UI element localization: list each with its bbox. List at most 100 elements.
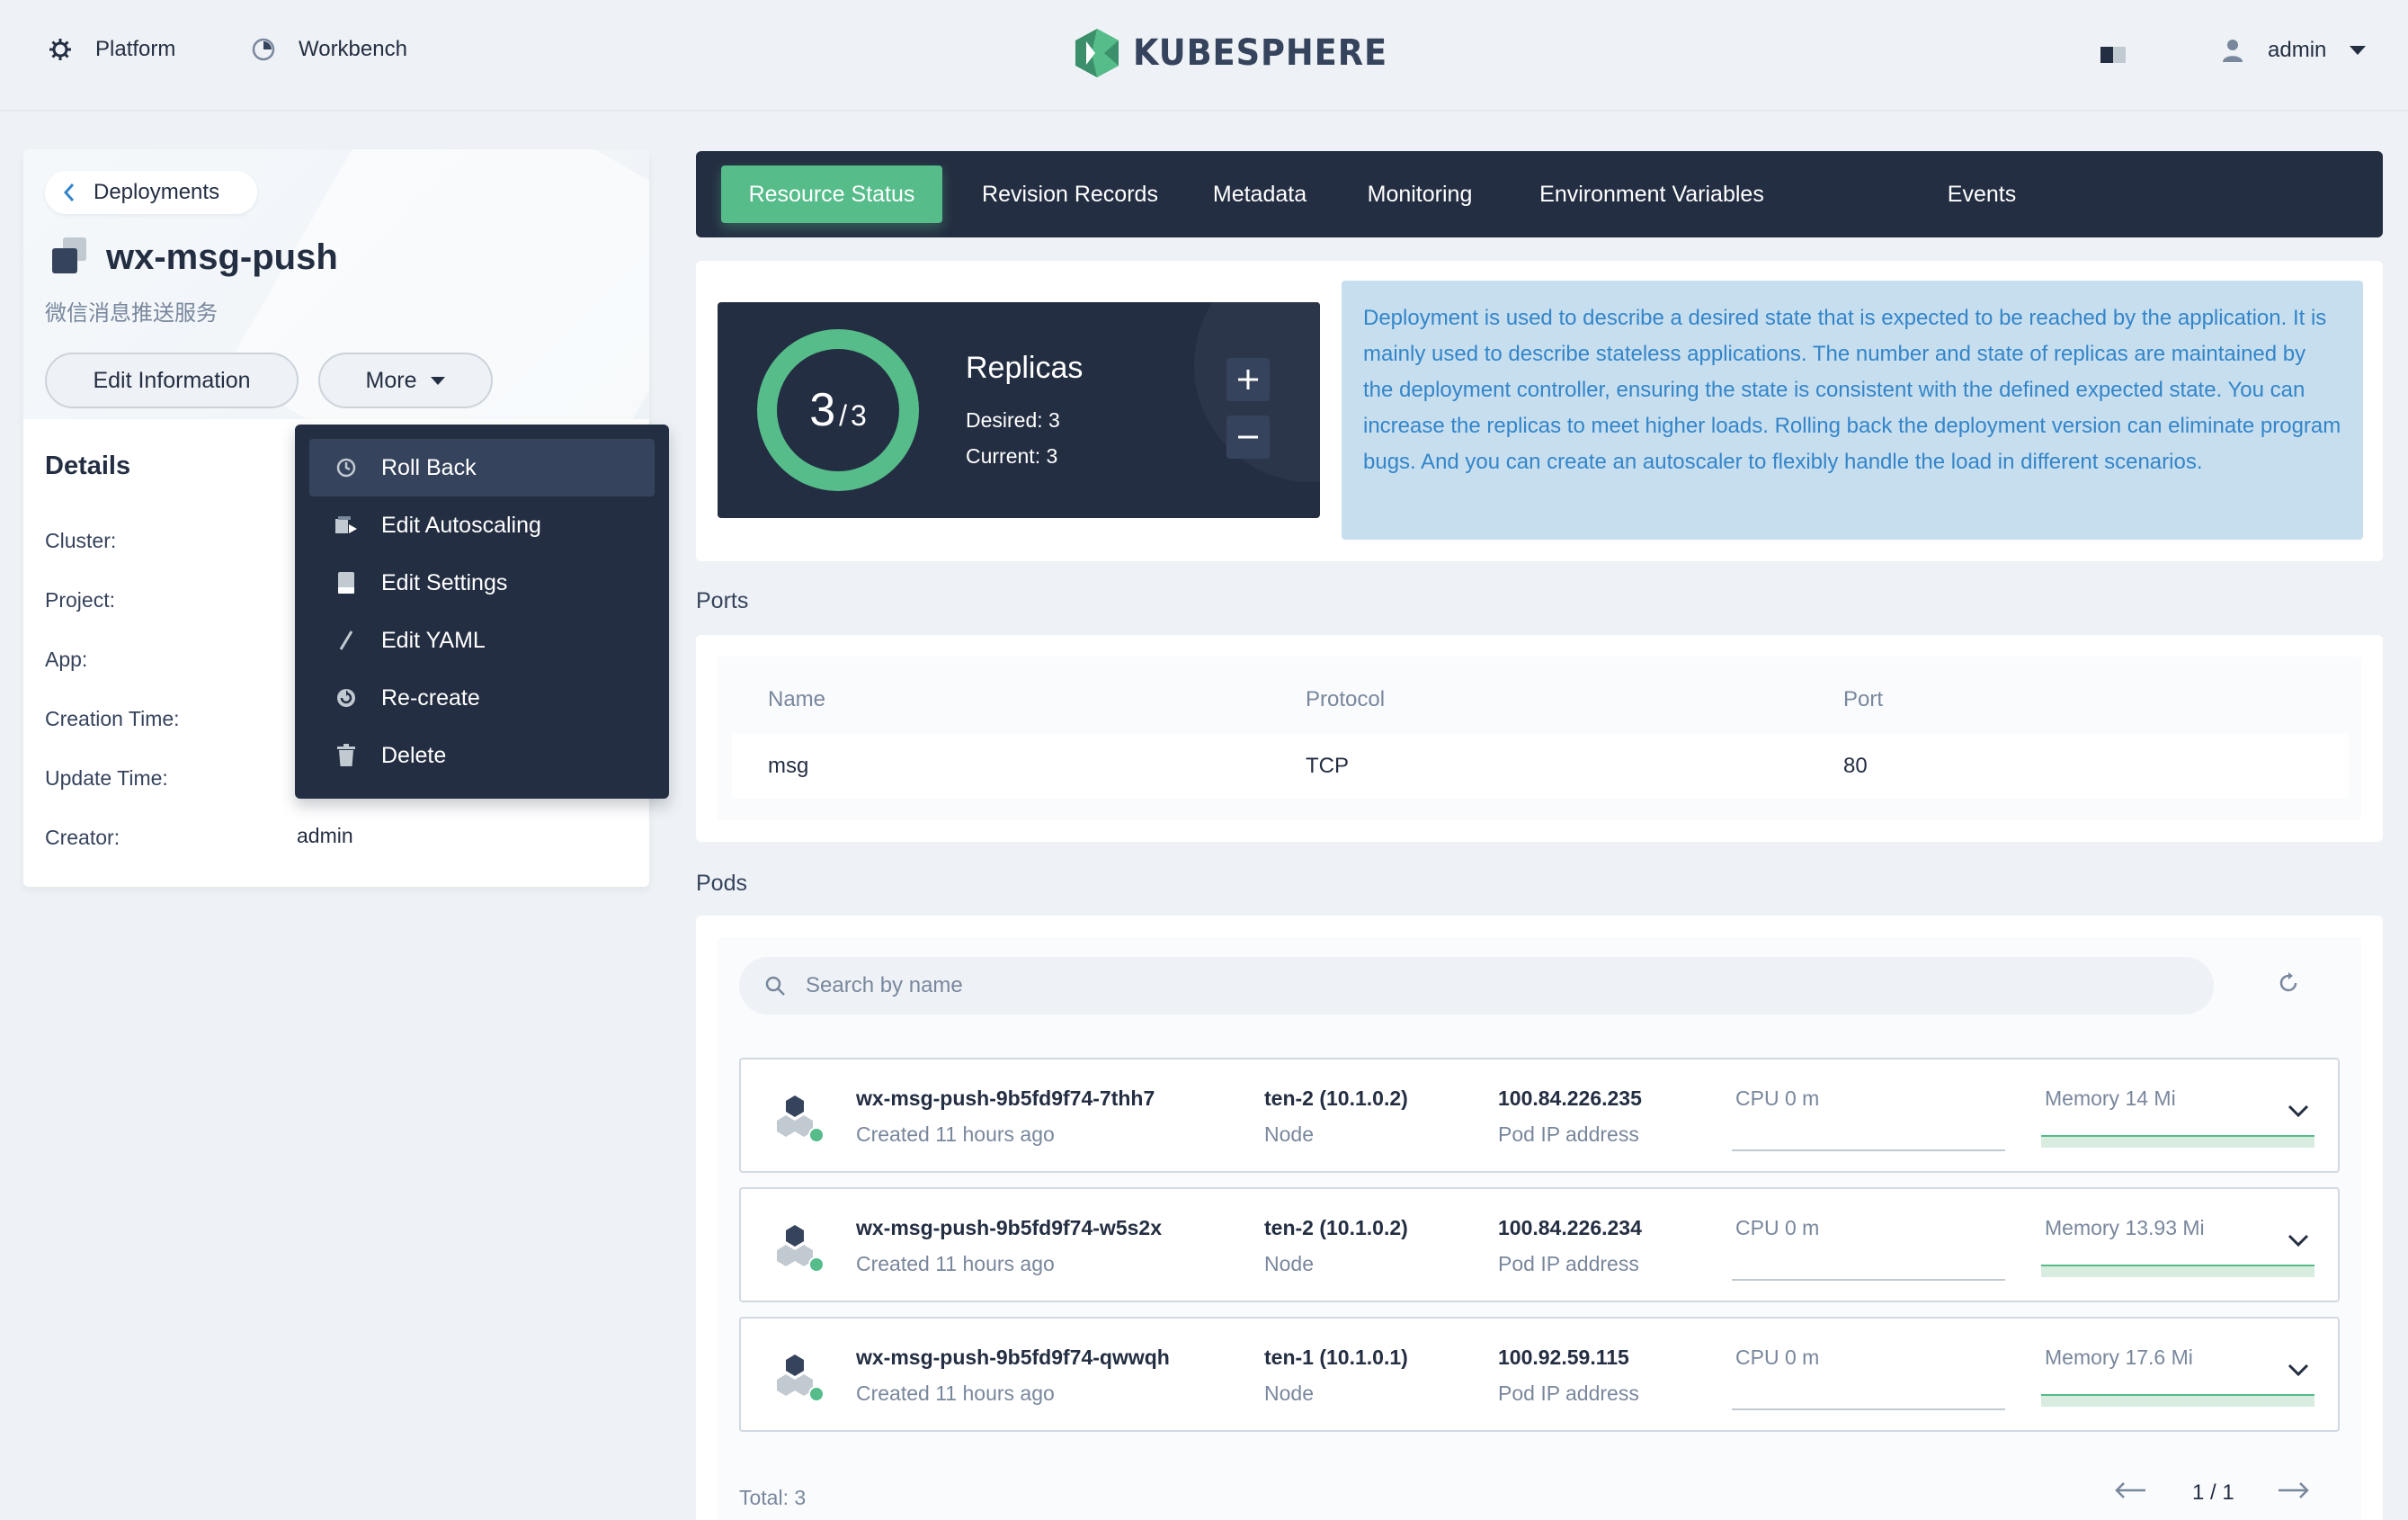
- pod-node: ten-2 (10.1.0.2): [1264, 1216, 1408, 1239]
- pods-section-title: Pods: [696, 871, 747, 896]
- replicas-title: Replicas: [966, 351, 1084, 385]
- top-navbar: Platform Workbench KUBESPHERE admin: [0, 0, 2408, 112]
- chevron-down-icon[interactable]: [2288, 1234, 2309, 1251]
- menu-item-edit-yaml[interactable]: Edit YAML: [309, 612, 655, 669]
- replica-box: 3 / 3 Replicas Desired: 3 Current: 3: [718, 302, 1320, 518]
- pod-ip-label: Pod IP address: [1498, 1122, 1639, 1146]
- menu-label: Delete: [381, 742, 447, 768]
- ports-header-name: Name: [768, 687, 826, 711]
- pod-memory: Memory 17.6 Mi: [2045, 1346, 2193, 1369]
- pod-list-item[interactable]: wx-msg-push-9b5fd9f74-7thh7 Created 11 h…: [739, 1058, 2340, 1173]
- port-name: msg: [768, 754, 809, 778]
- detail-label-creator: Creator:: [45, 826, 120, 849]
- pod-icon: [773, 1094, 831, 1149]
- pod-ip: 100.84.226.234: [1498, 1216, 1642, 1239]
- replica-total-count: 3: [851, 398, 867, 432]
- edit-information-button[interactable]: Edit Information: [45, 353, 299, 408]
- documentation-icon[interactable]: [2100, 45, 2126, 69]
- autoscaling-icon: [333, 515, 360, 535]
- prev-page-icon[interactable]: [2115, 1480, 2147, 1506]
- pods-card: wx-msg-push-9b5fd9f74-7thh7 Created 11 h…: [696, 916, 2383, 1520]
- trash-icon: [333, 744, 360, 767]
- tab-resource-status[interactable]: Resource Status: [721, 165, 942, 223]
- plus-icon: [1238, 370, 1258, 389]
- memory-bar-fill: [2041, 1394, 2314, 1407]
- pod-name[interactable]: wx-msg-push-9b5fd9f74-w5s2x: [856, 1216, 1162, 1240]
- deployment-icon: [50, 236, 90, 280]
- pod-name[interactable]: wx-msg-push-9b5fd9f74-qwwqh: [856, 1346, 1170, 1370]
- port-number: 80: [1843, 754, 1868, 778]
- pod-search-input[interactable]: [806, 973, 2154, 998]
- tab-monitoring[interactable]: Monitoring: [1345, 165, 1494, 223]
- pods-total: Total: 3: [739, 1486, 807, 1509]
- pod-list-item[interactable]: wx-msg-push-9b5fd9f74-qwwqh Created 11 h…: [739, 1317, 2340, 1432]
- more-button[interactable]: More: [318, 353, 493, 408]
- pod-name[interactable]: wx-msg-push-9b5fd9f74-7thh7: [856, 1086, 1155, 1111]
- menu-item-roll-back[interactable]: Roll Back: [309, 439, 655, 496]
- user-name: admin: [2268, 38, 2327, 62]
- tab-metadata[interactable]: Metadata: [1200, 165, 1320, 223]
- user-menu[interactable]: admin: [2223, 38, 2367, 63]
- cpu-bar: [1732, 1279, 2005, 1281]
- kubesphere-logo-icon: [1075, 29, 1119, 77]
- menu-item-delete[interactable]: Delete: [309, 727, 655, 784]
- tab-events[interactable]: Events: [1937, 165, 2027, 223]
- refresh-icon[interactable]: [2277, 971, 2300, 999]
- more-label: More: [365, 367, 417, 393]
- more-dropdown-menu: Roll Back Edit Autoscaling Edit Settings…: [295, 425, 669, 799]
- gear-icon: [47, 36, 74, 63]
- replica-current-count: 3: [809, 384, 836, 436]
- detail-label-update-time: Update Time:: [45, 766, 168, 790]
- menu-label: Edit Autoscaling: [381, 512, 541, 538]
- pod-ip-label: Pod IP address: [1498, 1381, 1639, 1405]
- pod-list-item[interactable]: wx-msg-push-9b5fd9f74-w5s2x Created 11 h…: [739, 1187, 2340, 1302]
- pen-icon: [333, 630, 360, 651]
- caret-down-icon: [2350, 46, 2367, 55]
- menu-label: Roll Back: [381, 454, 477, 480]
- pod-cpu: CPU 0 m: [1735, 1216, 1820, 1239]
- detail-tabs: Resource Status Revision Records Metadat…: [696, 151, 2383, 237]
- details-title: Details: [45, 452, 131, 480]
- pod-ip: 100.84.226.235: [1498, 1086, 1642, 1110]
- menu-item-edit-autoscaling[interactable]: Edit Autoscaling: [309, 496, 655, 554]
- minus-icon: [1238, 435, 1258, 439]
- tab-environment-variables[interactable]: Environment Variables: [1514, 165, 1789, 223]
- pod-node-label: Node: [1264, 1122, 1314, 1146]
- pod-ip-label: Pod IP address: [1498, 1252, 1639, 1275]
- tab-revision-records[interactable]: Revision Records: [966, 165, 1174, 223]
- chevron-down-icon[interactable]: [2288, 1104, 2309, 1122]
- resource-title: wx-msg-push: [50, 236, 338, 280]
- scale-down-button[interactable]: [1226, 416, 1270, 459]
- ports-section-title: Ports: [696, 588, 749, 613]
- pod-memory: Memory 13.93 Mi: [2045, 1216, 2205, 1239]
- pods-list: wx-msg-push-9b5fd9f74-7thh7 Created 11 h…: [718, 937, 2361, 1520]
- deployment-info-text: Deployment is used to describe a desired…: [1342, 281, 2363, 540]
- user-icon: [2223, 39, 2243, 62]
- menu-label: Re-create: [381, 684, 480, 711]
- next-page-icon[interactable]: [2277, 1480, 2309, 1506]
- pod-ip: 100.92.59.115: [1498, 1346, 1629, 1369]
- detail-label-app: App:: [45, 648, 88, 671]
- menu-label: Edit Settings: [381, 569, 508, 595]
- pod-search-bar: [739, 957, 2214, 1015]
- scale-up-button[interactable]: [1226, 358, 1270, 401]
- pod-node-label: Node: [1264, 1252, 1314, 1275]
- menu-item-re-create[interactable]: Re-create: [309, 669, 655, 727]
- port-protocol: TCP: [1306, 754, 1349, 778]
- chevron-down-icon[interactable]: [2288, 1364, 2309, 1381]
- pod-cpu: CPU 0 m: [1735, 1086, 1820, 1110]
- kubesphere-logo[interactable]: KUBESPHERE: [1074, 27, 1410, 79]
- workbench-nav[interactable]: Workbench: [250, 36, 407, 63]
- table-row: msg TCP 80: [732, 734, 2349, 799]
- resource-header: Deployments wx-msg-push 微信消息推送服务 Edit In…: [23, 149, 649, 560]
- menu-item-edit-settings[interactable]: Edit Settings: [309, 554, 655, 612]
- pod-created: Created 11 hours ago: [856, 1381, 1055, 1405]
- pod-node: ten-2 (10.1.0.2): [1264, 1086, 1408, 1110]
- pod-icon: [773, 1353, 831, 1408]
- ports-card: Name Protocol Port msg TCP 80: [696, 635, 2383, 842]
- back-to-deployments-button[interactable]: Deployments: [45, 171, 258, 214]
- pod-created: Created 11 hours ago: [856, 1122, 1055, 1146]
- chevron-left-icon: [63, 183, 76, 202]
- platform-nav[interactable]: Platform: [47, 36, 175, 63]
- platform-label: Platform: [95, 37, 176, 61]
